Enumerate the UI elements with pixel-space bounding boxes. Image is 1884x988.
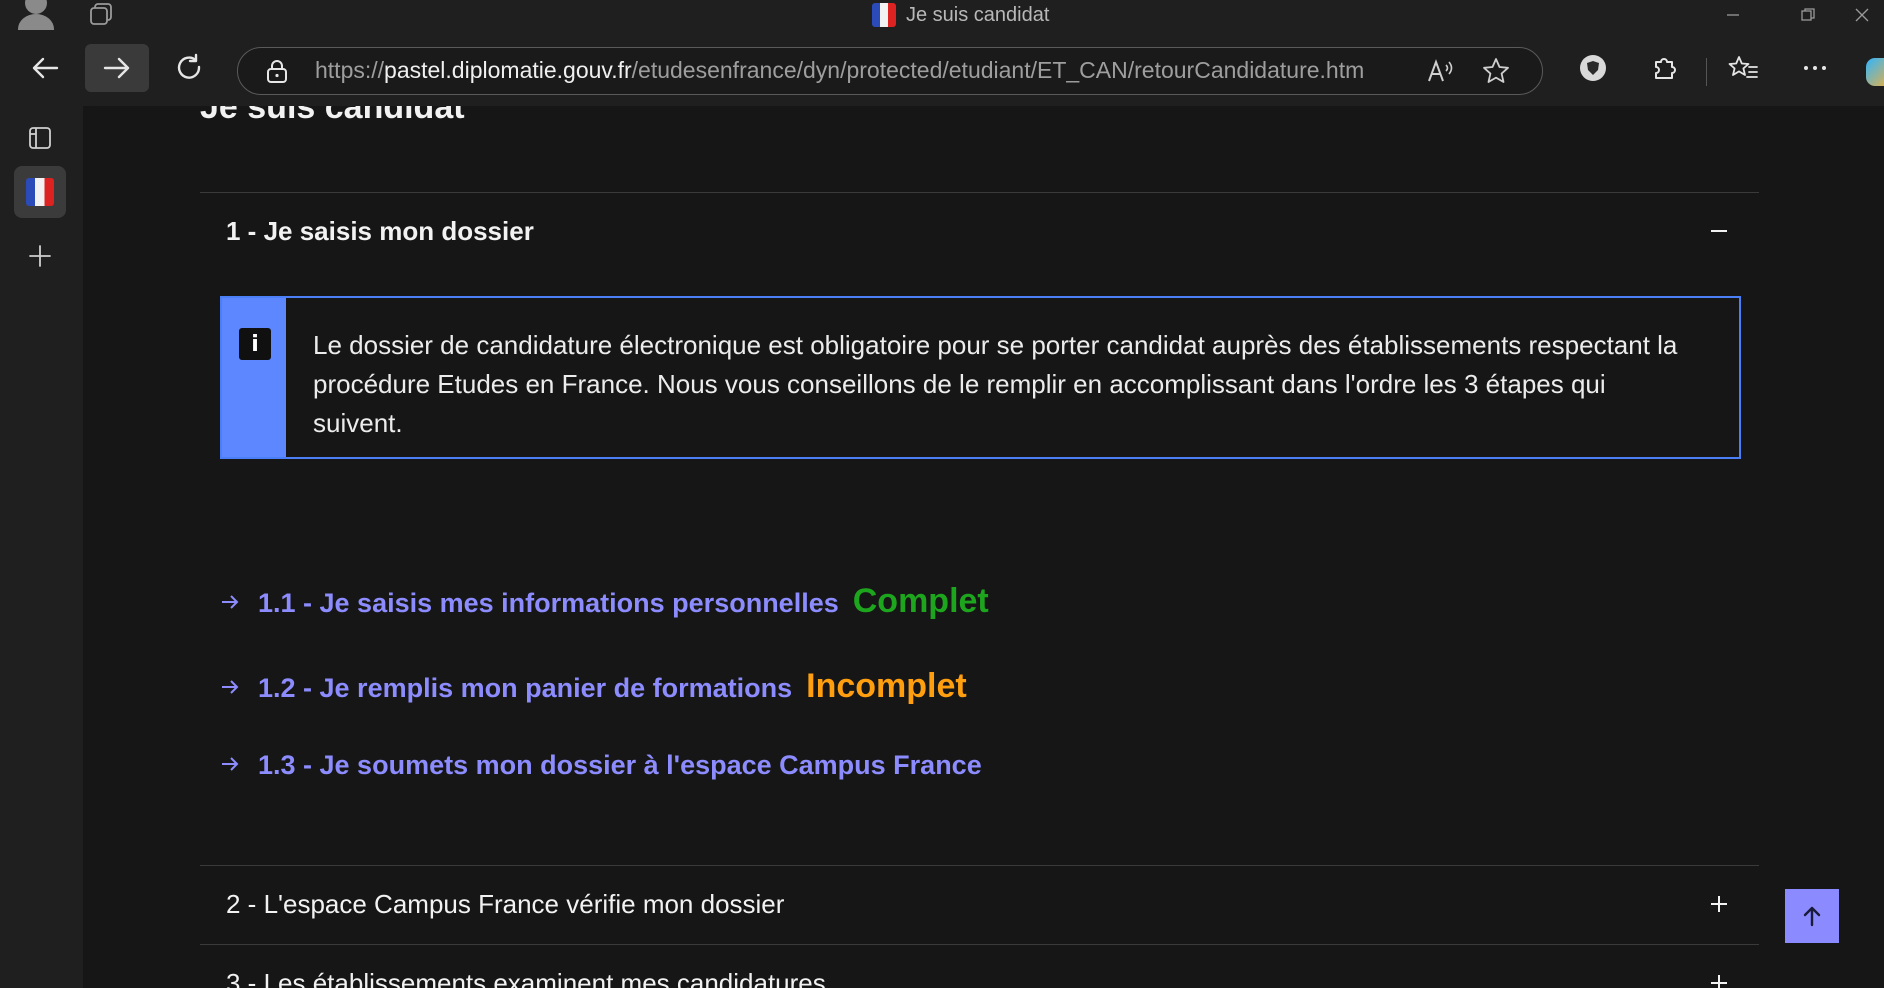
- minimize-button[interactable]: [1703, 0, 1763, 30]
- read-aloud-icon[interactable]: [1425, 56, 1455, 86]
- accordion-section-1[interactable]: 1 - Je saisis mon dossier: [200, 192, 1759, 270]
- back-to-top-button[interactable]: [1785, 889, 1839, 943]
- accordion-section-3[interactable]: 3 - Les établissements examinent mes can…: [200, 944, 1759, 988]
- arrow-right-icon: [220, 677, 242, 703]
- site-favicon-icon: [872, 3, 896, 27]
- window-title-text: Je suis candidat: [906, 3, 1050, 26]
- close-icon: [1855, 8, 1869, 22]
- arrow-up-icon: [1803, 906, 1821, 927]
- tab-je-suis-candidat[interactable]: [14, 166, 66, 218]
- page-title: Je suis candidat: [200, 106, 465, 126]
- close-button[interactable]: [1840, 0, 1884, 30]
- accordion-section-2-title: 2 - L'espace Campus France vérifie mon d…: [226, 888, 785, 919]
- puzzle-icon: [1655, 58, 1676, 79]
- new-tab-button[interactable]: [14, 230, 66, 282]
- back-button[interactable]: [25, 48, 65, 88]
- info-notice: i Le dossier de candidature électronique…: [220, 296, 1741, 459]
- status-badge: Complet: [852, 582, 989, 620]
- step-link-1-2[interactable]: 1.2 - Je remplis mon panier de formation…: [220, 667, 967, 706]
- title-bar: Je suis candidat: [0, 0, 1884, 30]
- profile-avatar-icon[interactable]: [17, 0, 55, 30]
- url-domain: pastel.diplomatie.gouv.fr: [384, 57, 632, 83]
- accordion-section-3-title: 3 - Les établissements examinent mes can…: [226, 967, 826, 988]
- lock-icon[interactable]: [266, 59, 288, 83]
- page-content: Je suis candidat 1 - Je saisis mon dossi…: [85, 106, 1884, 988]
- shield-extension-icon: [1580, 55, 1606, 81]
- copilot-icon[interactable]: [1866, 58, 1884, 86]
- site-favicon-icon: [26, 178, 54, 206]
- arrow-right-icon: [220, 592, 242, 618]
- step-link-1-3[interactable]: 1.3 - Je soumets mon dossier à l'espace …: [220, 750, 982, 781]
- url-scheme: https://: [315, 57, 385, 83]
- plus-icon: [29, 245, 51, 267]
- refresh-button[interactable]: [170, 48, 210, 88]
- restore-button[interactable]: [1778, 0, 1838, 30]
- accordion-section-2[interactable]: 2 - L'espace Campus France vérifie mon d…: [200, 865, 1759, 943]
- restore-icon: [1801, 8, 1815, 21]
- minimize-icon: [1727, 14, 1739, 16]
- more-options-button[interactable]: [1795, 48, 1835, 88]
- expand-icon[interactable]: [1699, 963, 1739, 988]
- tab-actions-button[interactable]: [14, 112, 66, 164]
- arrow-right-icon: [220, 754, 242, 780]
- arrow-right-icon: [103, 57, 130, 79]
- ellipsis-icon: [1804, 66, 1826, 70]
- favorites-list-icon: [1728, 56, 1758, 78]
- extensions-button[interactable]: [1645, 48, 1685, 88]
- step-label: 1.3 - Je soumets mon dossier à l'espace …: [258, 750, 982, 780]
- vertical-tabs-sidebar: [0, 106, 83, 988]
- forward-button[interactable]: [85, 44, 149, 92]
- notice-band: i: [222, 298, 286, 457]
- tab-actions-icon: [29, 127, 51, 149]
- status-badge: Incomplet: [806, 667, 967, 705]
- collapse-icon[interactable]: [1699, 211, 1739, 251]
- browser-toolbar: https://pastel.diplomatie.gouv.fr/etudes…: [0, 30, 1884, 106]
- star-icon[interactable]: [1481, 56, 1511, 86]
- accordion-section-1-title: 1 - Je saisis mon dossier: [226, 215, 534, 246]
- arrow-left-icon: [32, 57, 59, 79]
- info-icon: i: [239, 328, 271, 360]
- toolbar-separator: [1706, 58, 1707, 86]
- favorites-button[interactable]: [1723, 48, 1763, 88]
- notice-text: Le dossier de candidature électronique e…: [313, 330, 1678, 438]
- step-link-1-1[interactable]: 1.1 - Je saisis mes informations personn…: [220, 582, 989, 621]
- refresh-icon: [177, 53, 201, 79]
- expand-icon[interactable]: [1699, 884, 1739, 924]
- extension-shield-button[interactable]: [1573, 48, 1613, 88]
- window-title: Je suis candidat: [872, 2, 1049, 28]
- url-text[interactable]: https://pastel.diplomatie.gouv.fr/etudes…: [315, 48, 1365, 93]
- step-label: 1.2 - Je remplis mon panier de formation…: [258, 673, 793, 703]
- step-label: 1.1 - Je saisis mes informations personn…: [258, 588, 839, 618]
- address-bar[interactable]: https://pastel.diplomatie.gouv.fr/etudes…: [237, 47, 1543, 95]
- workspaces-icon[interactable]: [88, 2, 114, 26]
- url-path: /etudesenfrance/dyn/protected/etudiant/E…: [631, 57, 1365, 83]
